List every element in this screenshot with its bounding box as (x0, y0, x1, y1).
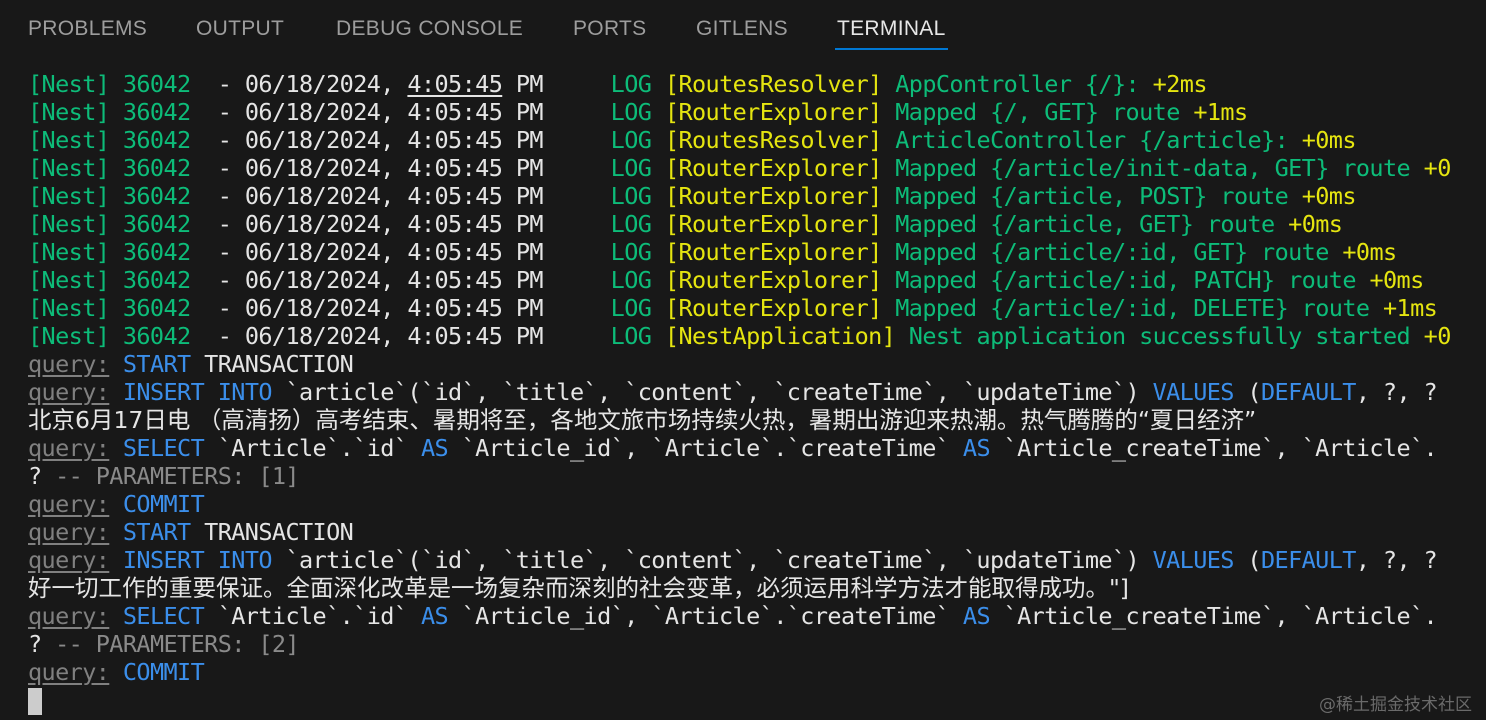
tab-problems[interactable]: PROBLEMS (28, 17, 147, 41)
log-line: [Nest] 36042 - 06/18/2024, 4:05:45 PM LO… (28, 266, 1424, 294)
tab-debug-console[interactable]: DEBUG CONSOLE (336, 17, 523, 41)
panel-tab-bar: PROBLEMS OUTPUT DEBUG CONSOLE PORTS GITL… (0, 0, 1486, 62)
log-line: [Nest] 36042 - 06/18/2024, 4:05:45 PM LO… (28, 126, 1357, 154)
terminal-cursor (28, 688, 42, 715)
query-line: query: COMMIT (28, 658, 205, 686)
query-line: query: SELECT `Article`.`id` AS `Article… (28, 602, 1438, 630)
log-line: [Nest] 36042 - 06/18/2024, 4:05:45 PM LO… (28, 98, 1248, 126)
log-line: [Nest] 36042 - 06/18/2024, 4:05:45 PM LO… (28, 182, 1357, 210)
tab-terminal[interactable]: TERMINAL (835, 17, 948, 50)
parameters-line: ? -- PARAMETERS: [2] (28, 630, 300, 658)
tab-output[interactable]: OUTPUT (196, 17, 284, 41)
log-line: [Nest] 36042 - 06/18/2024, 4:05:45 PM LO… (28, 154, 1451, 182)
parameters-line: ? -- PARAMETERS: [1] (28, 462, 300, 490)
log-line: [Nest] 36042 - 06/18/2024, 4:05:45 PM LO… (28, 238, 1397, 266)
terminal-output[interactable]: [Nest] 36042 - 06/18/2024, 4:05:45 PM LO… (28, 70, 1486, 720)
query-line: query: INSERT INTO `article`(`id`, `titl… (28, 546, 1438, 574)
query-line: query: SELECT `Article`.`id` AS `Article… (28, 434, 1438, 462)
query-parameters-text: 北京6月17日电 （高清扬）高考结束、暑期将至，各地文旅市场持续火热，暑期出游迎… (28, 406, 1257, 434)
log-line: [Nest] 36042 - 06/18/2024, 4:05:45 PM LO… (28, 294, 1438, 322)
query-line: query: START TRANSACTION (28, 518, 354, 546)
log-line: [Nest] 36042 - 06/18/2024, 4:05:45 PM LO… (28, 70, 1207, 98)
log-line: [Nest] 36042 - 06/18/2024, 4:05:45 PM LO… (28, 210, 1343, 238)
query-parameters-text: 好一切工作的重要保证。全面深化改革是一场复杂而深刻的社会变革，必须运用科学方法才… (28, 574, 1129, 602)
query-line: query: INSERT INTO `article`(`id`, `titl… (28, 378, 1438, 406)
tab-ports[interactable]: PORTS (573, 17, 646, 41)
log-line: [Nest] 36042 - 06/18/2024, 4:05:45 PM LO… (28, 322, 1451, 350)
watermark: @稀土掘金技术社区 (1319, 695, 1472, 715)
query-line: query: START TRANSACTION (28, 350, 354, 378)
query-line: query: COMMIT (28, 490, 205, 518)
tab-gitlens[interactable]: GITLENS (696, 17, 788, 41)
